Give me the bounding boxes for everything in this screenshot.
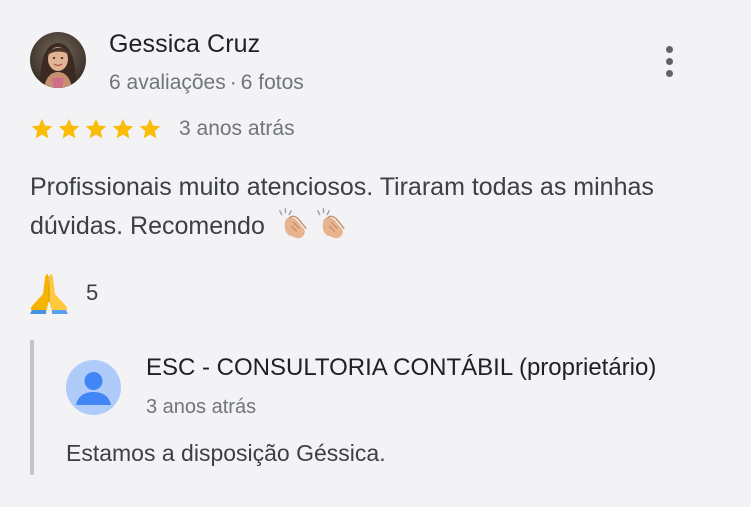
review-card: Gessica Cruz 6 avaliações · 6 fotos 3 anos… bbox=[0, 0, 751, 507]
more-vert-icon[interactable] bbox=[658, 42, 682, 82]
rating-row: 3 anos atrás bbox=[30, 115, 295, 143]
star-icon bbox=[58, 118, 80, 139]
star-icon bbox=[31, 118, 53, 139]
author-meta: 6 avaliações · 6 fotos bbox=[109, 71, 304, 95]
author-name[interactable]: Gessica Cruz bbox=[109, 30, 260, 59]
owner-reply-text: Estamos a disposição Géssica. bbox=[66, 440, 386, 466]
clapping-hands-icon bbox=[278, 208, 307, 239]
author-avatar[interactable] bbox=[30, 32, 86, 88]
owner-avatar bbox=[66, 360, 121, 415]
reaction-count: 5 bbox=[86, 280, 99, 305]
author-photos-count: 6 fotos bbox=[240, 71, 304, 94]
menu-dot bbox=[666, 46, 673, 53]
menu-dot bbox=[666, 58, 673, 65]
menu-dot bbox=[666, 70, 673, 77]
author-reviews-count: 6 avaliações bbox=[109, 71, 226, 94]
review-text: Profissionais muito atenciosos. Tiraram … bbox=[30, 168, 680, 246]
person-icon bbox=[76, 372, 111, 405]
star-icon bbox=[112, 118, 134, 139]
meta-separator: · bbox=[229, 71, 237, 94]
folded-hands-icon bbox=[30, 274, 68, 314]
star-icon bbox=[85, 118, 107, 139]
star-rating bbox=[30, 117, 165, 141]
review-time: 3 anos atrás bbox=[179, 117, 295, 140]
star-icon bbox=[139, 118, 161, 139]
owner-reply: ESC - CONSULTORIA CONTÁBIL (proprietário… bbox=[30, 340, 734, 475]
owner-name: ESC - CONSULTORIA CONTÁBIL (proprietário… bbox=[146, 354, 657, 381]
review-header: Gessica Cruz 6 avaliações · 6 fotos bbox=[30, 30, 720, 100]
reaction-button[interactable]: 5 bbox=[26, 270, 98, 316]
clapping-hands-icon bbox=[316, 208, 345, 239]
owner-reply-time: 3 anos atrás bbox=[146, 396, 257, 418]
